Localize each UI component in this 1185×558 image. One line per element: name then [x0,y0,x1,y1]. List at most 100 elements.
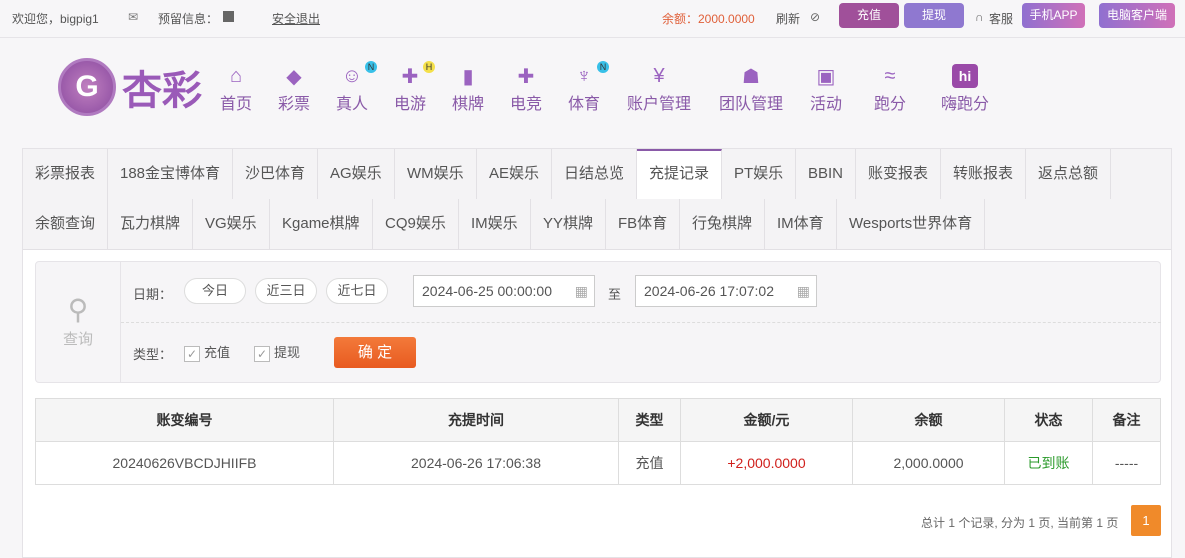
withdraw-checkbox[interactable]: ✓ 提现 [254,342,300,362]
withdraw-checkbox-label: 提现 [274,345,301,360]
column-header: 备注 [1092,398,1161,442]
nav-label: 真人 [335,96,368,113]
today-button[interactable]: 今日 [184,278,246,304]
tab[interactable]: CQ9娱乐 [373,199,459,249]
tab[interactable]: 瓦力棋牌 [108,199,194,249]
team-icon: ☗ [742,65,760,88]
end-date-value: 2024-06-26 17:07:02 [644,283,774,299]
table-cell: 2024-06-26 17:06:38 [333,441,619,485]
seven-days-button[interactable]: 近七日 [326,278,388,304]
table-cell: 2,000.0000 [852,441,1005,485]
nav-label: 电游 [393,96,426,113]
column-header: 状态 [1004,398,1093,442]
nav-label: 嗨跑分 [940,96,989,113]
withdraw-button[interactable]: 提现 [904,3,964,28]
ticket-icon: ◆ [286,65,302,88]
tab[interactable]: 账变报表 [856,149,942,199]
report-tabs: 彩票报表 188金宝博体育 沙巴体育 AG娱乐 WM娱乐 AE娱乐 日结总览 充提记录 PT娱乐… [23,149,1171,250]
welcome-text: 欢迎您，bigpig1 [12,12,99,26]
headset-icon: ∩ [975,10,984,24]
refresh-button[interactable]: 刷新 [776,10,800,27]
edit-icon[interactable] [223,11,234,22]
nav-label: 跑分 [873,96,906,113]
tab[interactable]: YY棋牌 [531,199,607,249]
tab[interactable]: 转账报表 [941,149,1027,199]
nav-item[interactable]: hi 嗨跑分 [925,64,1005,114]
three-days-button[interactable]: 近三日 [255,278,317,304]
column-header: 账变编号 [35,398,334,442]
nav-label: 彩票 [277,96,310,113]
logo-emblem-icon: G [58,58,116,116]
tab[interactable]: AE娱乐 [477,149,553,199]
tab[interactable]: 188金宝博体育 [108,149,234,199]
to-label: 至 [608,287,622,302]
tab[interactable]: Kgame棋牌 [270,199,373,249]
deposit-checkbox[interactable]: ✓ 充值 [184,342,230,362]
nav-label: 棋牌 [451,96,484,113]
start-date-input[interactable]: 2024-06-25 00:00:00 ▦ [413,275,595,307]
tab[interactable]: IM娱乐 [459,199,531,249]
calendar-icon[interactable]: ▦ [797,276,810,306]
rhino-icon: ≈ [884,64,896,87]
nav-label: 电竞 [509,96,542,113]
deposit-button[interactable]: 充值 [839,3,899,28]
confirm-button[interactable]: 确 定 [334,337,416,368]
column-header: 类型 [618,398,681,442]
end-date-input[interactable]: 2024-06-26 17:07:02 ▦ [635,275,817,307]
nav-label: 团队管理 [718,96,783,113]
table-row: 20240626VBCDJHIIFB 2024-06-26 17:06:38 充值 +… [35,441,1161,485]
eye-off-icon[interactable]: ⊘ [810,10,820,24]
page-1-button[interactable]: 1 [1131,505,1161,536]
service-link[interactable]: 客服 [989,10,1013,27]
table-cell: ----- [1092,441,1161,485]
tab[interactable]: VG娱乐 [193,199,270,249]
gamepad-icon: ✚ [517,65,535,88]
nav-item[interactable]: ¥ 账户管理 [619,64,699,114]
top-bar: 欢迎您，bigpig1 ✉ 预留信息： 安全退出 余额：2000.0000 刷新… [0,0,1185,38]
pagination-summary: 总计 1 个记录, 分为 1 页, 当前第 1 页 [921,516,1119,530]
mobile-app-button[interactable]: 手机APP [1022,3,1085,28]
tab[interactable]: Wesports世界体育 [837,199,986,249]
gift-icon: ▣ [816,65,836,88]
search-label: 查询 [62,331,93,348]
table-cell: +2,000.0000 [680,441,853,485]
tab[interactable]: 沙巴体育 [233,149,319,199]
nav-item[interactable]: ☗ 团队管理 [711,64,791,114]
badge: N [597,61,609,73]
tab[interactable]: 余额查询 [23,199,109,249]
nav-item[interactable]: ♆ N 体育 [544,61,624,114]
tab[interactable]: PT娱乐 [722,149,797,199]
type-label: 类型： [133,347,173,362]
column-header: 金额/元 [680,398,853,442]
search-section[interactable]: ⚲ 查询 [36,262,121,382]
tab[interactable]: AG娱乐 [318,149,395,199]
nav-label: 首页 [219,96,252,113]
tab[interactable]: IM体育 [765,199,837,249]
column-header: 充提时间 [333,398,619,442]
pc-client-button[interactable]: 电脑客户端 [1099,3,1175,28]
tab[interactable]: 日结总览 [552,149,638,199]
tab[interactable]: BBIN [796,149,857,199]
tab[interactable]: 充提记录 [637,149,723,199]
date-label: 日期： [133,287,173,302]
logo[interactable]: G 杏彩 [58,58,202,116]
logo-text: 杏彩 [122,69,202,113]
nav-item[interactable]: ≈ 跑分 [850,64,930,114]
tab[interactable]: WM娱乐 [395,149,477,199]
nav-label: 账户管理 [626,96,691,113]
calendar-icon[interactable]: ▦ [575,276,588,306]
gamepad-icon: ✚ H [397,61,435,88]
check-icon: ✓ [184,345,200,362]
logout-link[interactable]: 安全退出 [272,10,320,27]
tab[interactable]: FB体育 [606,199,681,249]
content-panel: 彩票报表 188金宝博体育 沙巴体育 AG娱乐 WM娱乐 AE娱乐 日结总览 充提记录 PT娱乐… [22,148,1172,558]
woman-icon: ☺ N [339,61,377,88]
balance-text: 余额：2000.0000 [662,12,755,26]
table-cell: 已到账 [1004,441,1093,485]
tab[interactable]: 行兔棋牌 [680,199,766,249]
mail-icon[interactable]: ✉ [128,10,138,24]
column-header: 余额 [852,398,1005,442]
nav-label: 活动 [809,96,842,113]
tab[interactable]: 返点总额 [1026,149,1112,199]
tab[interactable]: 彩票报表 [23,149,109,199]
